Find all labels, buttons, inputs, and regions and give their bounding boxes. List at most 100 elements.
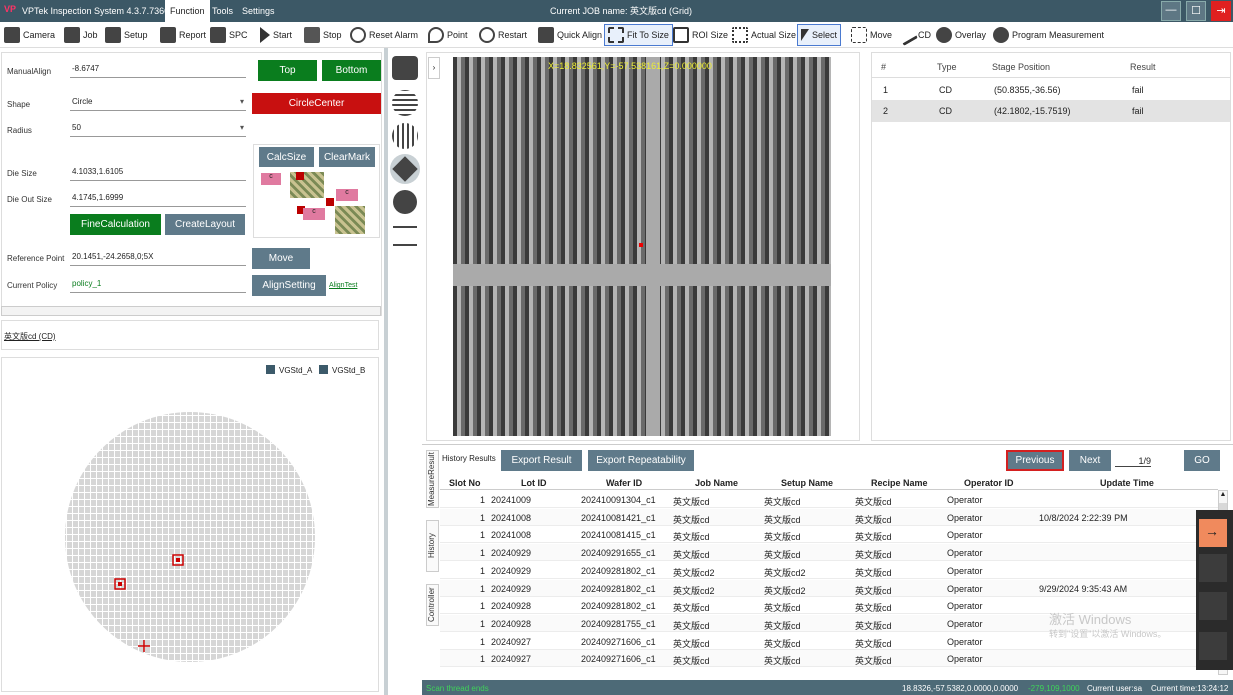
- wafer-image[interactable]: [453, 57, 831, 436]
- reset-alarm-button[interactable]: Reset Alarm: [350, 24, 418, 46]
- previous-button[interactable]: Previous: [1006, 450, 1064, 471]
- cell-operator-id: Operator: [947, 601, 983, 612]
- calc-size-button[interactable]: CalcSize: [259, 147, 314, 167]
- expand-panel-button[interactable]: ›: [428, 57, 440, 79]
- table-row[interactable]: 1 20240929 202409281802_c1 英文版cd2 英文版cd2 英文版c…: [440, 562, 1218, 579]
- next-button[interactable]: Next: [1069, 450, 1111, 471]
- point-button[interactable]: Point: [428, 24, 468, 46]
- overlay-button[interactable]: Overlay: [936, 24, 986, 46]
- report-label: Report: [179, 30, 207, 40]
- menu-settings[interactable]: Settings: [237, 0, 280, 22]
- setup-button[interactable]: Setup: [105, 24, 148, 46]
- select-button[interactable]: Select: [797, 24, 842, 46]
- cell-wafer-id: 202409281755_c1: [581, 618, 656, 629]
- exit-button[interactable]: ⇥: [1211, 1, 1231, 21]
- die-corner-mark: [296, 172, 304, 180]
- splitter[interactable]: [384, 48, 388, 695]
- stop-button[interactable]: Stop: [304, 24, 342, 46]
- activation-watermark: 激活 Windows: [1049, 612, 1132, 627]
- wafer-sites-icon[interactable]: [392, 123, 418, 149]
- horizontal-scrollbar[interactable]: [1, 306, 381, 316]
- image-icon[interactable]: [393, 190, 417, 214]
- stop-label: Stop: [323, 30, 342, 40]
- col-update-time: Update Time: [1100, 478, 1154, 488]
- cell-lot-id: 20240928: [491, 601, 532, 612]
- manual-align-field[interactable]: -8.6747: [70, 64, 246, 78]
- move-tool-button[interactable]: Move: [851, 24, 892, 46]
- table-row[interactable]: 1 20240929 202409291655_c1 英文版cd 英文版cd 英文版cd O…: [440, 544, 1218, 562]
- shape-select[interactable]: Circle: [70, 97, 246, 111]
- cell-wafer-id: 202409271606_c1: [581, 654, 656, 665]
- checkbox-checked-icon[interactable]: [266, 365, 275, 374]
- table-row[interactable]: 1 20240929 202409281802_c1 英文版cd2 英文版cd2 英文版c…: [440, 579, 1218, 597]
- tab-history[interactable]: History: [426, 520, 439, 572]
- menu-function[interactable]: Function: [165, 0, 210, 22]
- export-result-button[interactable]: Export Result: [501, 450, 582, 471]
- checklist-icon[interactable]: [393, 226, 417, 246]
- checkbox-checked-icon[interactable]: [319, 365, 328, 374]
- top-button[interactable]: Top: [258, 60, 317, 81]
- radius-select[interactable]: 50: [70, 123, 246, 137]
- fine-calculation-button[interactable]: FineCalculation: [70, 214, 161, 235]
- minimize-button[interactable]: —: [1161, 1, 1181, 21]
- die-label: c: [261, 173, 281, 185]
- shape-label: Shape: [7, 100, 31, 109]
- maximize-button[interactable]: ☐: [1186, 1, 1206, 21]
- actual-size-button[interactable]: Actual Size: [732, 24, 796, 46]
- tab-controller[interactable]: Controller: [426, 584, 439, 626]
- program-measurement-button[interactable]: Program Measurement: [993, 24, 1104, 46]
- wafer-map[interactable]: [55, 402, 325, 672]
- align-setting-button[interactable]: AlignSetting: [252, 275, 326, 296]
- menu-tools[interactable]: Tools: [207, 0, 238, 22]
- job-button[interactable]: Job: [64, 24, 98, 46]
- spc-button[interactable]: SPC: [210, 24, 248, 46]
- app-icon[interactable]: [1199, 632, 1227, 660]
- fit-to-size-button[interactable]: Fit To Size: [604, 24, 673, 46]
- go-button[interactable]: GO: [1184, 450, 1220, 471]
- bottom-button[interactable]: Bottom: [322, 60, 381, 81]
- cell-update-time: 10/8/2024 2:22:39 PM: [1039, 512, 1128, 523]
- tab-measure-result[interactable]: MeasureResult: [426, 450, 439, 508]
- move-button[interactable]: Move: [252, 248, 310, 269]
- current-policy-field[interactable]: policy_1: [70, 279, 246, 293]
- table-row[interactable]: 2 CD (42.1802,-15.7519) fail: [872, 100, 1230, 122]
- camera-icon[interactable]: [392, 56, 418, 80]
- point-result: fail: [1132, 85, 1144, 95]
- restart-button[interactable]: Restart: [479, 24, 527, 46]
- point-type: CD: [939, 85, 952, 95]
- camera-button[interactable]: Camera: [4, 24, 55, 46]
- radius-label: Radius: [7, 126, 32, 135]
- app-title: VPTek Inspection System 4.3.7.7366: [22, 6, 170, 16]
- table-row[interactable]: 1 CD (50.8355,-36.56) fail: [872, 78, 1230, 100]
- floating-side-panel: →: [1196, 510, 1233, 670]
- create-layout-button[interactable]: CreateLayout: [165, 214, 245, 235]
- setup-label: Setup: [124, 30, 148, 40]
- export-repeatability-button[interactable]: Export Repeatability: [588, 450, 694, 471]
- die-out-size-field[interactable]: 4.1745,1.6999: [70, 193, 246, 207]
- app-icon[interactable]: [1199, 554, 1227, 582]
- clear-mark-button[interactable]: ClearMark: [319, 147, 375, 167]
- table-row[interactable]: 1 20241008 202410081421_c1 英文版cd 英文版cd 英文版cd O…: [440, 508, 1218, 526]
- report-button[interactable]: Report: [160, 24, 206, 46]
- roi-size-button[interactable]: ROI Size: [673, 24, 728, 46]
- app-icon[interactable]: [1199, 592, 1227, 620]
- table-row[interactable]: 1 20240927 202409271606_c1 英文版cd 英文版cd 英文版cd O…: [440, 650, 1218, 668]
- align-test-link[interactable]: AlignTest: [329, 282, 357, 289]
- die-size-field[interactable]: 4.1033,1.6105: [70, 167, 246, 181]
- reference-point-field[interactable]: 20.1451,-24.2658,0;5X: [70, 252, 246, 266]
- page-indicator[interactable]: 1/9: [1115, 456, 1151, 467]
- coordinate-overlay: X=18.832561,Y=-57.538161,Z=0.000000: [548, 61, 712, 71]
- wafer-grid-icon[interactable]: [392, 90, 418, 116]
- arrow-right-icon[interactable]: →: [1199, 519, 1227, 547]
- cd-button[interactable]: CD: [896, 24, 931, 46]
- quick-align-button[interactable]: Quick Align: [538, 24, 602, 46]
- table-row[interactable]: 1 20241009 202410091304_c1 英文版cd 英文版cd 英文版cd O…: [440, 491, 1218, 508]
- spc-icon: [210, 27, 226, 43]
- align-tool-icon[interactable]: [390, 154, 420, 184]
- recipe-link[interactable]: 英文版cd (CD): [4, 331, 56, 342]
- scribe-line-horizontal: [453, 264, 831, 286]
- table-row[interactable]: 1 20241008 202410081415_c1 英文版cd 英文版cd 英文版cd O…: [440, 526, 1218, 544]
- circle-center-button[interactable]: CircleCenter: [252, 93, 381, 114]
- start-button[interactable]: Start: [260, 24, 292, 46]
- point-position: (50.8355,-36.56): [994, 85, 1061, 95]
